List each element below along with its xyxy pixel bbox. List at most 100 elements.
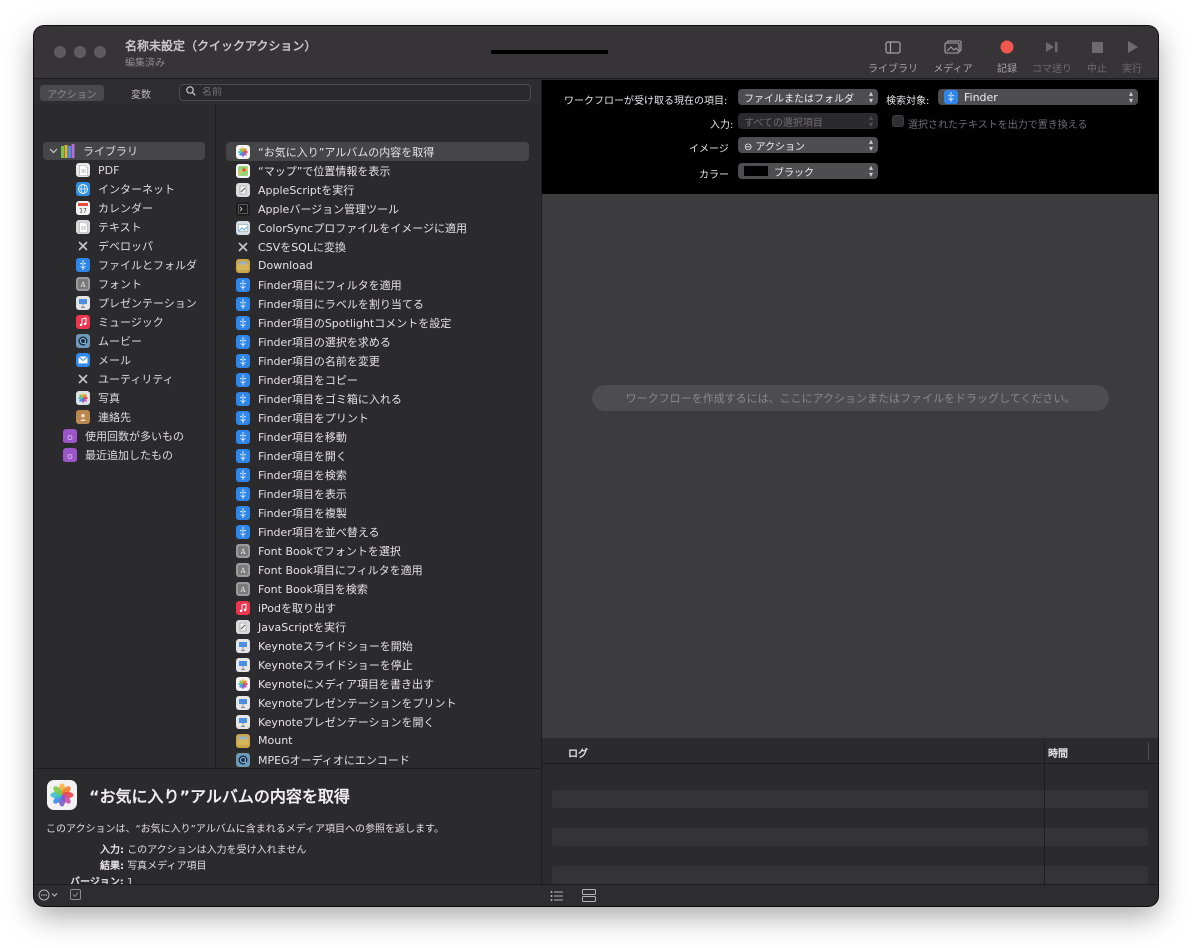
list-view-button[interactable] <box>550 890 564 905</box>
svg-text:17: 17 <box>79 207 87 213</box>
input-popup[interactable]: すべての選択項目 ▴ ▾ <box>738 113 878 129</box>
action-list-item[interactable]: Finder項目を移動 <box>226 427 529 446</box>
finder-icon <box>236 486 250 501</box>
library-item[interactable]: 17 カレンダー <box>76 199 153 217</box>
split-view-button[interactable] <box>582 889 596 905</box>
action-label: AppleScriptを実行 <box>258 183 355 197</box>
log-panel: ログ 時間 <box>541 738 1158 884</box>
library-item[interactable]: A フォント <box>76 275 142 293</box>
action-label: Keynoteにメディア項目を書き出す <box>258 677 434 691</box>
search-field[interactable] <box>179 84 531 101</box>
library-item-label: 最近追加したもの <box>85 449 173 462</box>
action-label: Appleバージョン管理ツール <box>258 202 400 216</box>
library-item[interactable]: デベロッパ <box>76 237 153 255</box>
library-item[interactable]: プレゼンテーション <box>76 294 197 312</box>
description-toggle-button[interactable] <box>70 889 82 904</box>
action-list-item[interactable]: Finder項目の選択を求める <box>226 332 529 351</box>
library-item[interactable]: ミュージック <box>76 313 164 331</box>
action-list-item[interactable]: A Font Book項目にフィルタを適用 <box>226 560 529 579</box>
input-value: このアクションは入力を受け入れません <box>127 845 307 856</box>
action-list-item[interactable]: A Font Book項目を検索 <box>226 579 529 598</box>
action-list-item[interactable]: Finder項目にフィルタを適用 <box>226 275 529 294</box>
play-icon <box>1100 36 1158 58</box>
action-list-item[interactable]: ColorSyncプロファイルをイメージに適用 <box>226 218 529 237</box>
popup-arrows-icon: ▴ ▾ <box>1128 89 1133 105</box>
library-item[interactable]: 最近追加したもの <box>63 446 173 464</box>
action-label: Keynoteスライドショーを開始 <box>258 639 413 653</box>
library-item[interactable]: ムービー <box>76 332 142 350</box>
action-list-item[interactable]: Finder項目をコピー <box>226 370 529 389</box>
action-list-item[interactable]: Mount <box>226 731 529 750</box>
presentation-icon <box>76 296 90 310</box>
action-list-item[interactable]: Finder項目を検索 <box>226 465 529 484</box>
library-item[interactable]: ライブラリ <box>43 142 205 160</box>
library-item[interactable]: 使用回数が多いもの <box>63 427 184 445</box>
library-item[interactable]: ファイルとフォルダ <box>76 256 197 274</box>
action-list-item[interactable]: Finder項目をゴミ箱に入れる <box>226 389 529 408</box>
minimize-window-button[interactable] <box>74 46 86 58</box>
library-item-label: 写真 <box>98 392 120 405</box>
action-list-item[interactable]: CSVをSQLに変換 <box>226 237 529 256</box>
replace-text-checkbox[interactable] <box>892 115 904 127</box>
close-window-button[interactable] <box>54 46 66 58</box>
log-row <box>552 828 1148 846</box>
zoom-window-button[interactable] <box>94 46 106 58</box>
action-list-item[interactable]: Download <box>226 256 529 275</box>
title-redaction-bar <box>491 50 608 54</box>
action-list-item[interactable]: Finder項目にラベルを割り当てる <box>226 294 529 313</box>
finder-icon <box>236 277 250 292</box>
library-item-label: インターネット <box>98 183 175 196</box>
library-item-label: 使用回数が多いもの <box>85 430 184 443</box>
action-list-item[interactable]: “マップ”で位置情報を表示 <box>226 161 529 180</box>
finder-icon <box>236 391 250 406</box>
action-list-item[interactable]: Keynoteプレゼンテーションをプリント <box>226 693 529 712</box>
action-list-item[interactable]: A Font Bookでフォントを選択 <box>226 541 529 560</box>
log-column-header[interactable]: ログ <box>568 745 588 760</box>
color-label: カラー <box>699 170 729 181</box>
action-label: Finder項目を移動 <box>258 430 347 444</box>
action-list-item[interactable]: AppleScriptを実行 <box>226 180 529 199</box>
action-list-item[interactable]: Finder項目のSpotlightコメントを設定 <box>226 313 529 332</box>
library-item-label: メール <box>98 354 131 367</box>
smart-folder-icon <box>63 429 77 443</box>
library-toolbar-button[interactable]: ライブラリ <box>861 36 925 76</box>
chevron-down-icon[interactable] <box>45 148 61 154</box>
sidebar-icon <box>861 36 925 58</box>
action-list-item[interactable]: Finder項目の名前を変更 <box>226 351 529 370</box>
action-list-item[interactable]: Keynoteスライドショーを開始 <box>226 636 529 655</box>
action-list-item[interactable]: Finder項目を開く <box>226 446 529 465</box>
library-item[interactable]: 連絡先 <box>76 408 131 426</box>
action-list-item[interactable]: Keynoteスライドショーを停止 <box>226 655 529 674</box>
library-item[interactable]: インターネット <box>76 180 175 198</box>
library-item[interactable]: ユーティリティ <box>76 370 174 388</box>
library-item[interactable]: PDF <box>76 161 119 179</box>
action-list-item[interactable]: JavaScriptを実行 <box>226 617 529 636</box>
library-item[interactable]: メール <box>76 351 131 369</box>
run-toolbar-button[interactable]: 実行 <box>1100 36 1158 76</box>
color-popup[interactable]: ブラック ▴ ▾ <box>738 163 878 179</box>
action-menu-button[interactable] <box>38 888 62 905</box>
image-popup[interactable]: ⊖ アクション ▴ ▾ <box>738 137 878 153</box>
in-app-popup[interactable]: Finder ▴ ▾ <box>938 89 1138 105</box>
library-item[interactable]: 写真 <box>76 389 120 407</box>
workflow-canvas[interactable]: ワークフローを作成するには、ここにアクションまたはファイルをドラッグしてください… <box>541 194 1158 738</box>
action-label: iPodを取り出す <box>258 601 337 615</box>
action-list-item[interactable]: “お気に入り”アルバムの内容を取得 <box>226 142 529 161</box>
action-list-item[interactable]: Finder項目を並べ替える <box>226 522 529 541</box>
search-input[interactable] <box>202 87 502 98</box>
library-item[interactable]: テキスト <box>76 218 142 236</box>
library-item-label: ファイルとフォルダ <box>98 259 197 272</box>
action-list-item[interactable]: iPodを取り出す <box>226 598 529 617</box>
actions-tab[interactable]: アクション <box>40 85 104 101</box>
time-column-header[interactable]: 時間 <box>1048 745 1068 760</box>
variables-tab[interactable]: 変数 <box>114 85 168 101</box>
action-list-item[interactable]: Finder項目を表示 <box>226 484 529 503</box>
action-list-item[interactable]: MPEGオーディオにエンコード <box>226 750 529 768</box>
action-list-item[interactable]: Finder項目をプリント <box>226 408 529 427</box>
replace-text-label: 選択されたテキストを出力で置き換える <box>908 120 1088 131</box>
receives-popup[interactable]: ファイルまたはフォルダ ▴ ▾ <box>738 89 878 105</box>
action-list-item[interactable]: Finder項目を複製 <box>226 503 529 522</box>
action-list-item[interactable]: Keynoteにメディア項目を書き出す <box>226 674 529 693</box>
action-list-item[interactable]: Appleバージョン管理ツール <box>226 199 529 218</box>
action-list-item[interactable]: Keynoteプレゼンテーションを開く <box>226 712 529 731</box>
